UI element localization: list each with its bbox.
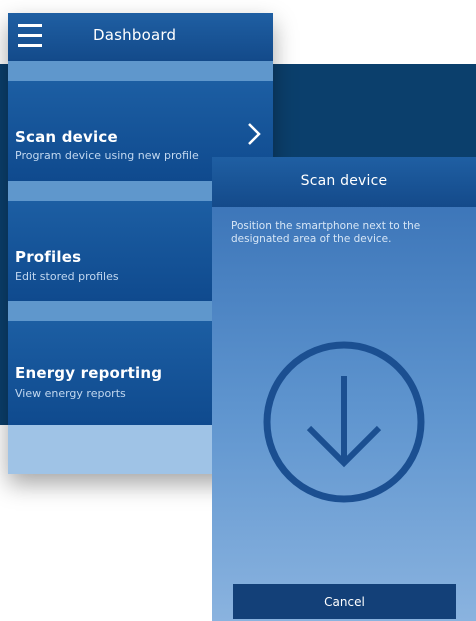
menu-item-subtitle: Program device using new profile: [15, 149, 199, 162]
separator: [8, 61, 273, 81]
scan-instruction: Position the smartphone next to the desi…: [231, 220, 421, 245]
scan-title: Scan device: [300, 173, 388, 189]
menu-item-subtitle: Edit stored profiles: [15, 270, 119, 283]
menu-item-title: Scan device: [15, 128, 118, 146]
scan-header: Scan device: [212, 157, 476, 207]
arrow-down-circle-icon: [263, 341, 425, 503]
dashboard-title: Dashboard: [93, 26, 177, 44]
menu-item-title: Profiles: [15, 248, 82, 266]
menu-item-subtitle: View energy reports: [15, 387, 126, 400]
dashboard-header: Dashboard: [8, 13, 273, 61]
chevron-right-icon: [248, 123, 261, 145]
cancel-button[interactable]: Cancel: [233, 584, 456, 619]
hamburger-menu-icon[interactable]: [18, 24, 42, 48]
menu-item-title: Energy reporting: [15, 364, 163, 382]
scan-device-screen: Scan device Position the smartphone next…: [212, 157, 476, 621]
